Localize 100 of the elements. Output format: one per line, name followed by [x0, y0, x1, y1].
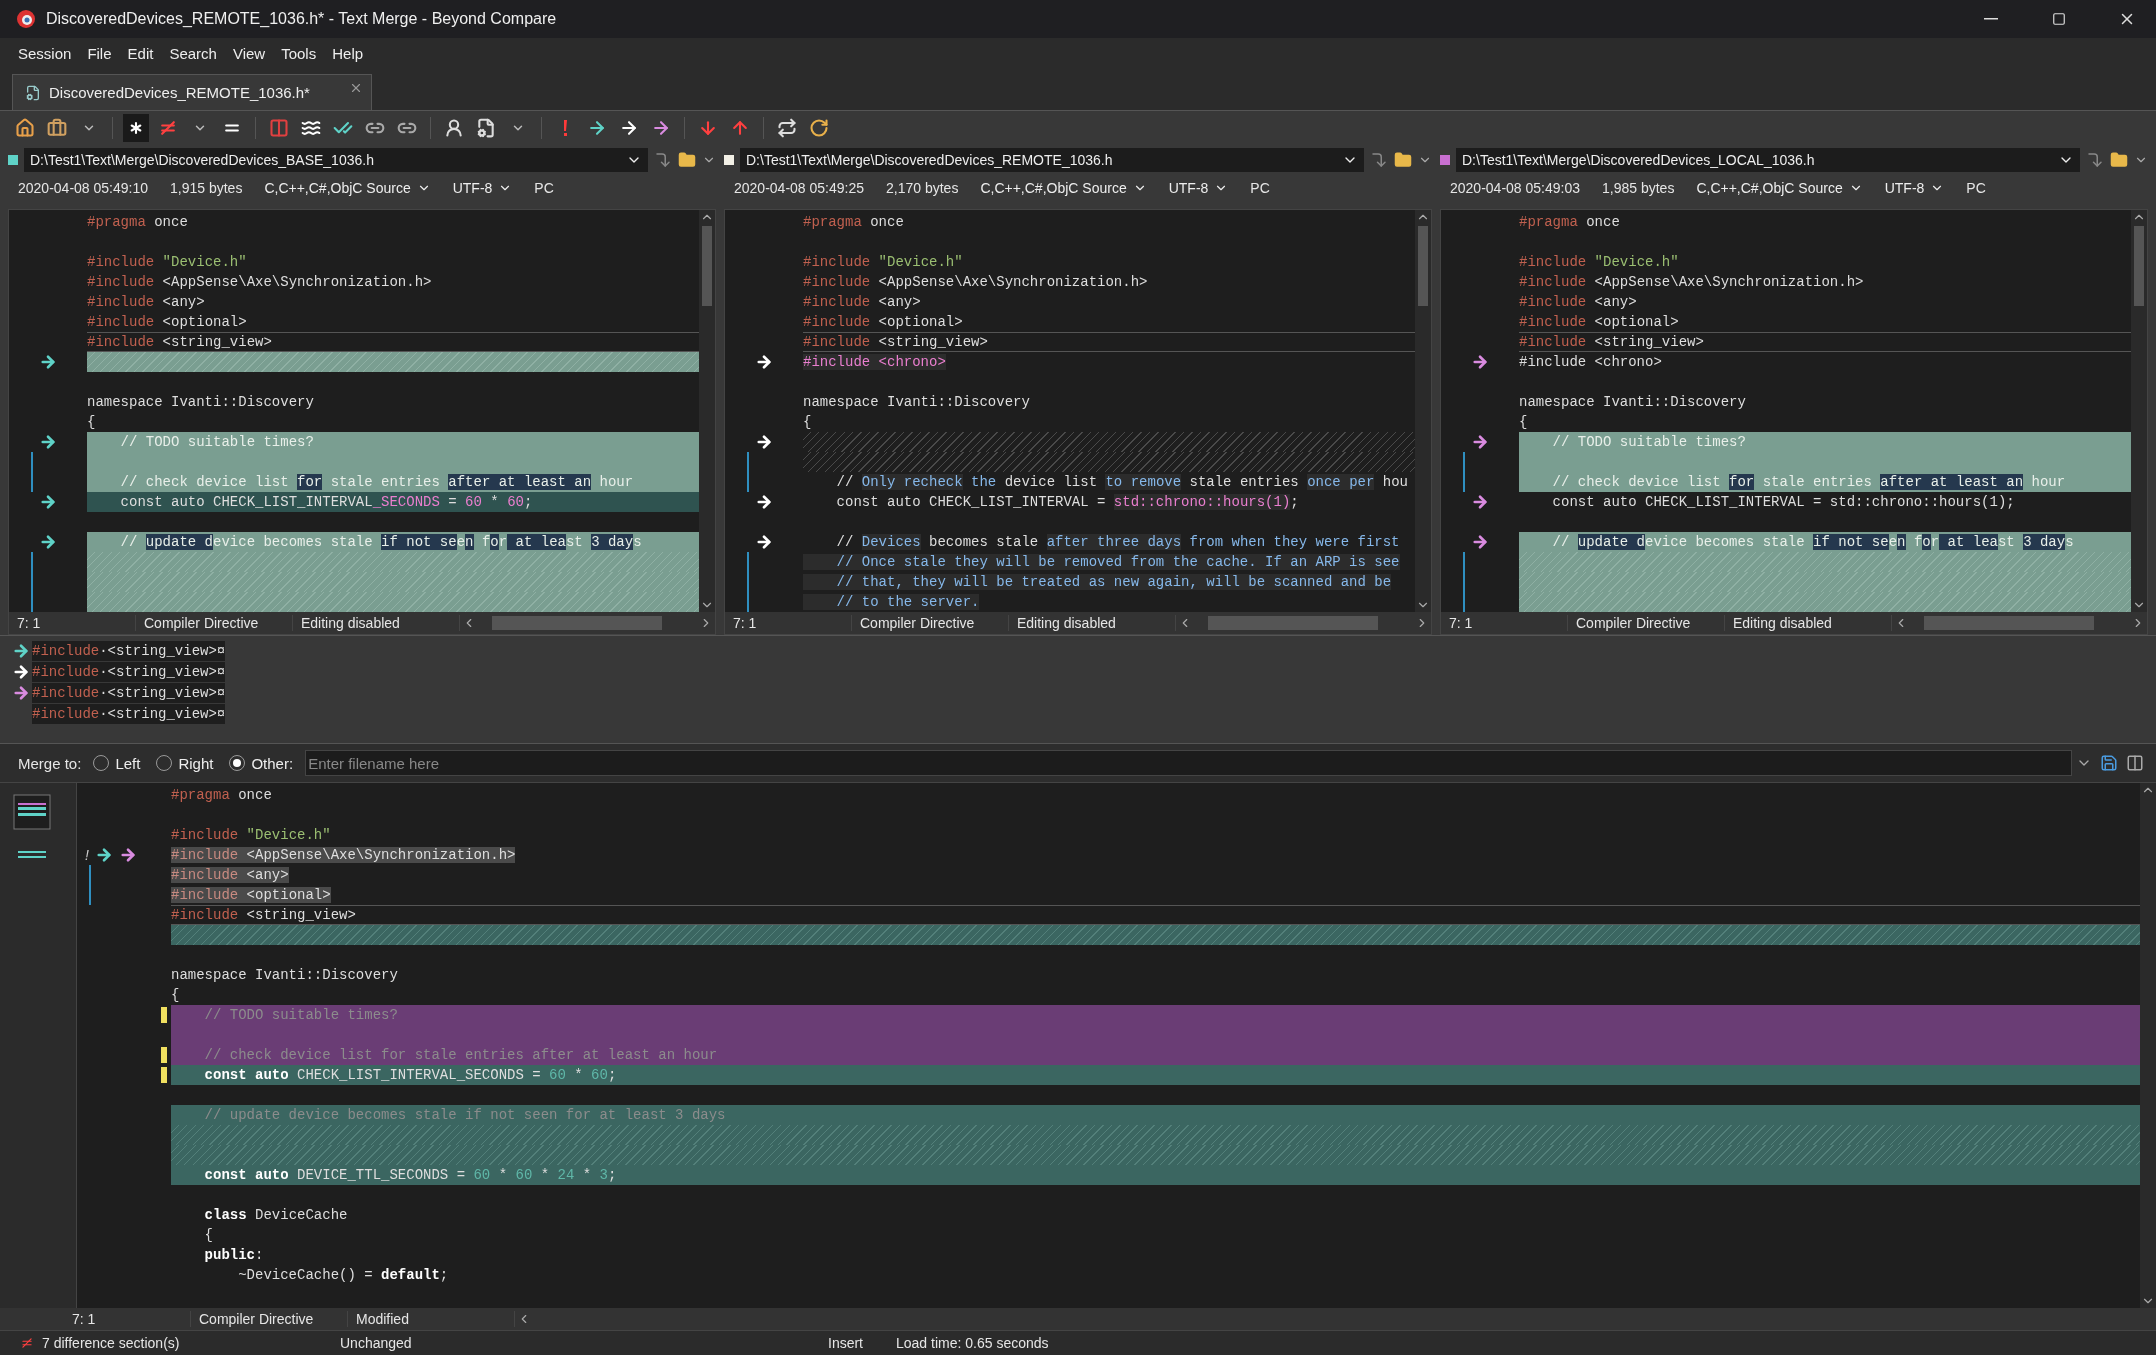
file-size: 1,985 bytes: [1602, 180, 1675, 196]
document-tab[interactable]: DiscoveredDevices_REMOTE_1036.h*: [12, 74, 372, 110]
encoding-dropdown[interactable]: UTF-8: [452, 180, 513, 196]
vertical-scrollbar[interactable]: [2131, 210, 2147, 612]
arrow-icon[interactable]: [12, 662, 30, 681]
code-line: #include <optional>: [87, 313, 247, 332]
code-line: #pragma once: [803, 213, 904, 232]
arrow-icon[interactable]: [1471, 533, 1489, 551]
merge-to-label: Merge to:: [18, 754, 82, 772]
code-line: // TODO suitable times?: [1551, 433, 1746, 452]
format-dropdown[interactable]: C,C++,C#,ObjC Source: [1696, 180, 1863, 196]
code-line: ~DeviceCache() = default;: [237, 1266, 449, 1285]
status-text: 7: 1: [725, 615, 852, 631]
arrow-icon[interactable]: [39, 533, 57, 551]
encoding-dropdown[interactable]: UTF-8: [1168, 180, 1229, 196]
arrow-icon[interactable]: [755, 533, 773, 551]
toolbar-button[interactable]: [123, 114, 149, 142]
code-line: #include <string_view>: [803, 333, 988, 351]
radio-button[interactable]: Right: [152, 754, 218, 772]
folder-icon[interactable]: [1394, 151, 1412, 169]
document-icon: [25, 84, 41, 101]
reload-icon[interactable]: [1370, 151, 1388, 169]
status-text: 7: 1: [1441, 615, 1568, 631]
code-line: #include <AppSense\Axe\Synchronization.h>: [87, 273, 432, 292]
scroll-thumb[interactable]: [1924, 616, 2094, 630]
arrow-right-icon: [587, 118, 607, 138]
refresh-icon: [809, 118, 829, 138]
code-line: #include <AppSense\Axe\Synchronization.h>: [171, 846, 516, 865]
menu-item[interactable]: View: [226, 42, 272, 64]
vertical-scrollbar[interactable]: [1415, 210, 1431, 612]
line-ending-label: PC: [1966, 180, 1986, 196]
code-line: // Devices becomes stale after three days from when they were first: [835, 533, 1400, 552]
arrow-icon[interactable]: [39, 353, 57, 371]
code-line: namespace Ivanti::Discovery: [171, 966, 398, 985]
file-size: 1,915 bytes: [170, 180, 243, 196]
scroll-thumb[interactable]: [2134, 226, 2144, 306]
code-line: // Only recheck the device list to remove stale entries once per hou: [835, 473, 1408, 492]
status-text: Compiler Directive: [136, 615, 293, 631]
menu-item[interactable]: Search: [163, 42, 223, 64]
code-line: #pragma once: [87, 213, 188, 232]
menu-item[interactable]: Edit: [121, 42, 160, 64]
app-logo-icon: [16, 9, 36, 29]
scroll-thumb[interactable]: [492, 616, 662, 630]
arrow-icon[interactable]: [755, 433, 773, 451]
layout-icon[interactable]: [2126, 754, 2144, 772]
arrow-icon[interactable]: [39, 493, 57, 511]
menu-item[interactable]: File: [81, 42, 118, 64]
scroll-thumb[interactable]: [1418, 226, 1428, 306]
code-line: const auto CHECK_LIST_INTERVAL = std::chrono::hours(1);: [1551, 493, 2015, 512]
radio-button[interactable]: Left: [89, 754, 145, 772]
code-line: // update device becomes stale if not seen for at least 3 days: [203, 1106, 726, 1125]
format-dropdown[interactable]: C,C++,C#,ObjC Source: [980, 180, 1147, 196]
menu-item[interactable]: Tools: [275, 42, 323, 64]
filename-field[interactable]: Enter filename here: [305, 750, 2072, 776]
file-size: 2,170 bytes: [886, 180, 959, 196]
code-line: // TODO suitable times?: [119, 433, 314, 452]
arrow-icon[interactable]: [1471, 353, 1489, 371]
home-icon: [15, 118, 35, 138]
vertical-scrollbar[interactable]: [699, 210, 715, 612]
arrow-icon[interactable]: [1471, 493, 1489, 511]
reload-icon[interactable]: [2086, 151, 2104, 169]
code-line: #include <string_view>: [1519, 333, 1704, 351]
maximize-icon: [2052, 12, 2066, 26]
format-dropdown[interactable]: C,C++,C#,ObjC Source: [264, 180, 431, 196]
code-line: class DeviceCache: [203, 1206, 348, 1225]
encoding-dropdown[interactable]: UTF-8: [1884, 180, 1945, 196]
file-path-field[interactable]: D:\Test1\Text\Merge\DiscoveredDevices_LOCAL_1036.h: [1456, 148, 2080, 172]
scroll-thumb[interactable]: [1208, 616, 1378, 630]
reload-icon[interactable]: [654, 151, 672, 169]
line-ending-label: PC: [534, 180, 554, 196]
scroll-thumb[interactable]: [702, 226, 712, 306]
arrow-icon[interactable]: [12, 641, 30, 660]
file-path-field[interactable]: D:\Test1\Text\Merge\DiscoveredDevices_REMOTE_1036.h: [740, 148, 1364, 172]
file-path-field[interactable]: D:\Test1\Text\Merge\DiscoveredDevices_BASE_1036.h: [24, 148, 648, 172]
status-text: Editing disabled: [1009, 615, 1176, 631]
arrow-icon[interactable]: [755, 493, 773, 511]
radio-button[interactable]: Other:: [225, 754, 298, 772]
folder-icon[interactable]: [678, 151, 696, 169]
code-line: #include <optional>: [803, 313, 963, 332]
arrow-icon[interactable]: [1471, 433, 1489, 451]
folder-icon[interactable]: [2110, 151, 2128, 169]
code-line: #include "Device.h": [1519, 253, 1679, 272]
not-equal-icon: [20, 1336, 34, 1350]
code-line: #include <any>: [803, 293, 921, 312]
code-line: #include <any>: [87, 293, 205, 312]
vertical-scrollbar[interactable]: [2140, 783, 2156, 1308]
arrow-icon[interactable]: [755, 353, 773, 371]
code-line: // check device list for stale entries after at least an hour: [1551, 473, 2066, 492]
status-text: 7: 1: [64, 1311, 191, 1327]
arrow-icon[interactable]: [39, 433, 57, 451]
close-tab-icon[interactable]: [349, 81, 363, 95]
menu-item[interactable]: Session: [12, 42, 78, 64]
code-line: {: [803, 413, 812, 432]
code-line: public:: [203, 1246, 264, 1265]
save-icon[interactable]: [2100, 754, 2118, 772]
status-text: Editing disabled: [1725, 615, 1892, 631]
status-text: Load time: 0.65 seconds: [896, 1335, 1050, 1351]
code-line: #include <string_view>: [87, 333, 272, 351]
code-line: {: [87, 413, 96, 432]
menu-item[interactable]: Help: [326, 42, 370, 64]
